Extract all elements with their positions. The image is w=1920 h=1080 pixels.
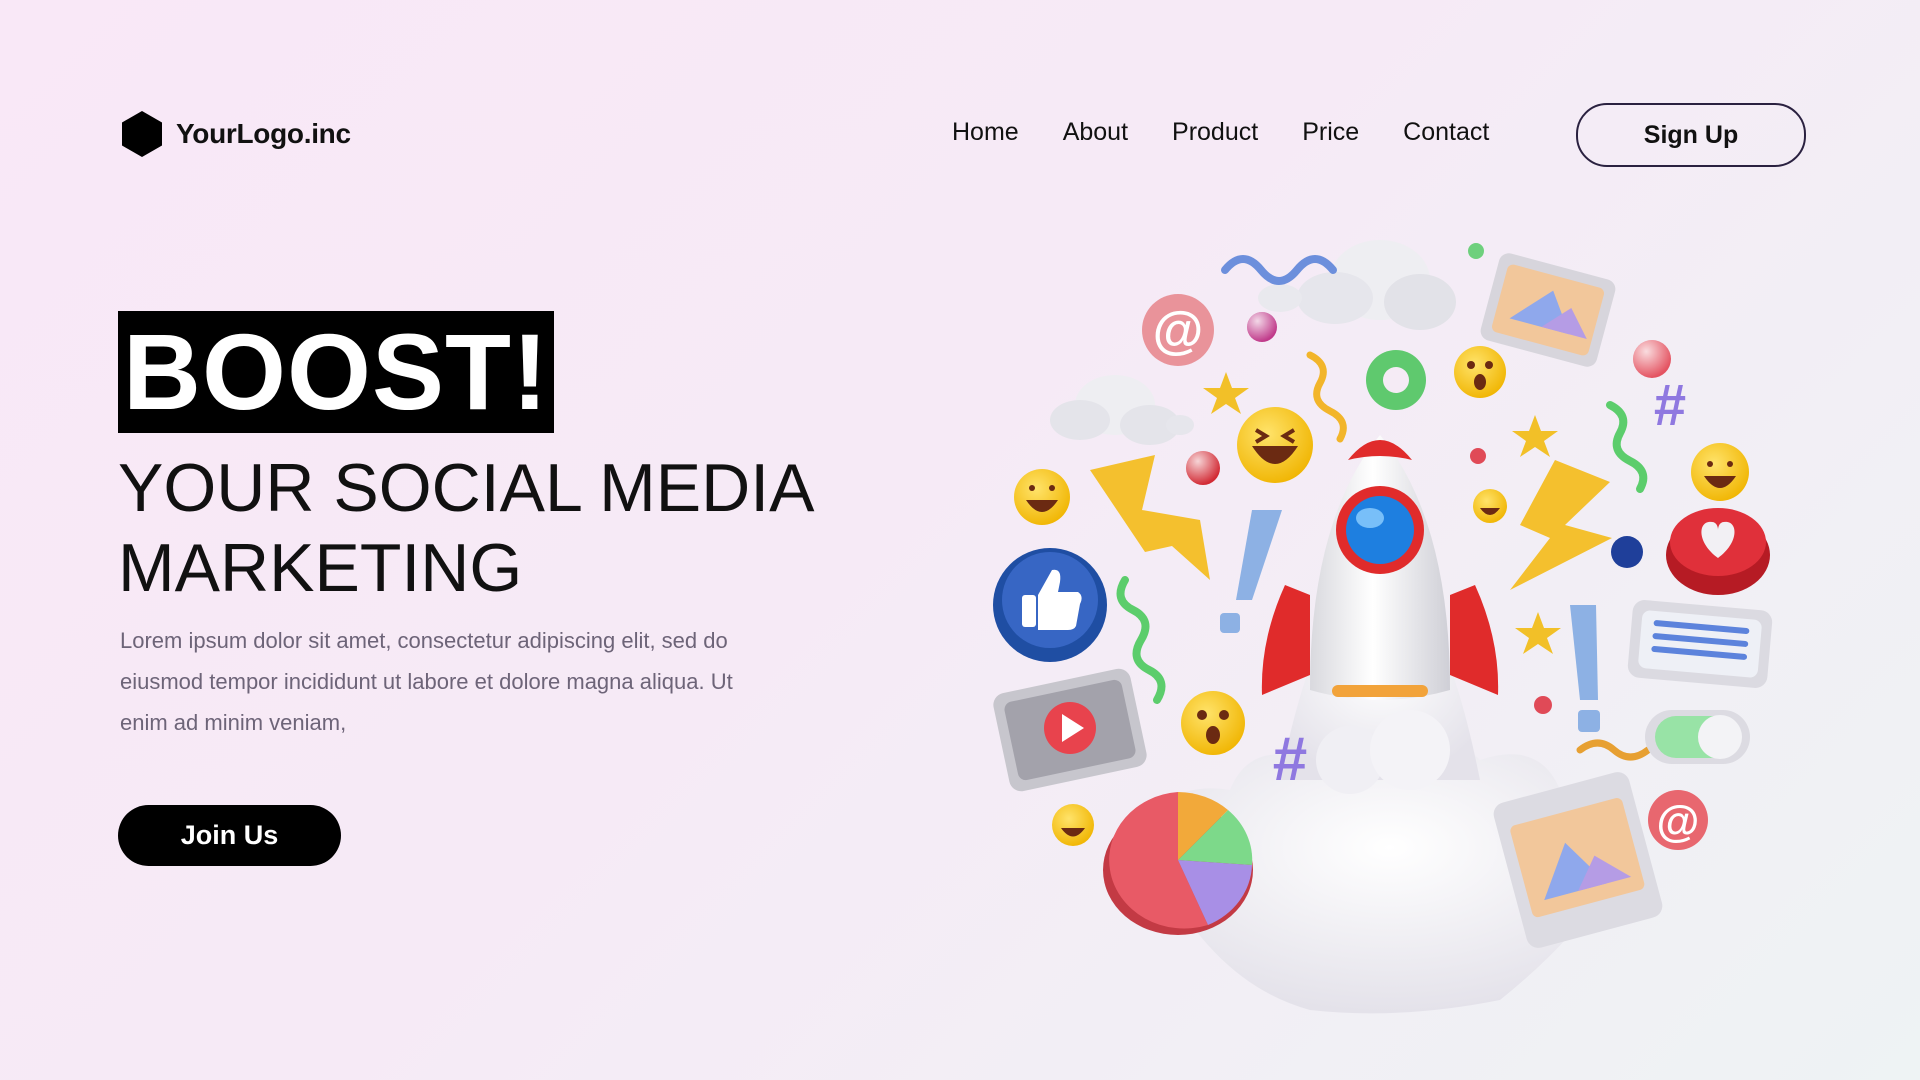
heart-icon	[1666, 508, 1770, 595]
squiggle-yellow	[1306, 351, 1347, 443]
message-icon	[1627, 600, 1773, 688]
exclamation-icon-right	[1570, 605, 1600, 732]
cloud-icon-left	[1050, 375, 1194, 445]
nav-home[interactable]: Home	[952, 118, 1019, 147]
laughing-emoji-icon	[1237, 407, 1313, 483]
ball-red-small-2	[1534, 696, 1552, 714]
image-icon	[1480, 253, 1616, 367]
boost-badge: BOOST!	[118, 311, 554, 433]
nav-about[interactable]: About	[1063, 118, 1128, 147]
headline-line-1: YOUR SOCIAL MEDIA	[118, 450, 815, 526]
svg-text:@: @	[1657, 797, 1700, 846]
logo-text: YourLogo.inc	[176, 118, 351, 149]
logo[interactable]: YourLogo.inc	[120, 110, 351, 158]
thumbs-up-icon	[993, 548, 1107, 662]
laughing-emoji-icon-small	[1473, 489, 1507, 523]
play-icon	[993, 668, 1147, 792]
join-us-button[interactable]: Join Us	[118, 805, 341, 866]
at-sign-icon-bottom: @	[1648, 790, 1708, 850]
hero-headline: YOUR SOCIAL MEDIA MARKETING	[118, 448, 818, 608]
surprised-emoji-icon	[1454, 346, 1506, 398]
exclamation-icon	[1220, 510, 1282, 633]
lightning-icon-right	[1510, 460, 1612, 590]
pie-chart-icon	[1103, 792, 1253, 935]
squiggle-orange	[1576, 739, 1652, 761]
at-sign-icon: @	[1142, 294, 1214, 366]
hashtag-icon: #	[1654, 373, 1686, 438]
hexagon-logo-icon	[122, 111, 162, 157]
donut-icon	[1366, 350, 1426, 410]
surprised-emoji-icon-bottom	[1181, 691, 1245, 755]
nav-price[interactable]: Price	[1302, 118, 1359, 147]
hashtag-icon-bottom: #	[1273, 725, 1307, 794]
hero-description: Lorem ipsum dolor sit amet, consectetur …	[120, 628, 733, 735]
svg-text:@: @	[1153, 302, 1204, 360]
laughing-emoji-icon-left	[1014, 469, 1070, 525]
hero-illustration: @ @ # #	[980, 220, 1780, 1020]
star-icon-2	[1512, 415, 1558, 457]
laughing-emoji-icon-right	[1691, 443, 1749, 501]
star-icon	[1203, 372, 1249, 414]
star-icon-3	[1515, 612, 1561, 654]
social-media-rocket-illustration: @ @ # #	[993, 240, 1773, 1014]
nav-contact[interactable]: Contact	[1403, 118, 1489, 147]
ball-red-small	[1470, 448, 1486, 464]
main-nav: Home About Product Price Contact	[952, 118, 1489, 147]
sign-up-button[interactable]: Sign Up	[1576, 103, 1806, 167]
cloud-icon	[1258, 240, 1456, 330]
nav-product[interactable]: Product	[1172, 118, 1258, 147]
headline-line-2: MARKETING	[118, 530, 523, 606]
laughing-emoji-icon-bottom	[1052, 804, 1094, 846]
ball-navy	[1611, 536, 1643, 568]
squiggle-green-right	[1606, 401, 1648, 493]
ball-green-small	[1468, 243, 1484, 259]
toggle-icon	[1645, 710, 1750, 764]
